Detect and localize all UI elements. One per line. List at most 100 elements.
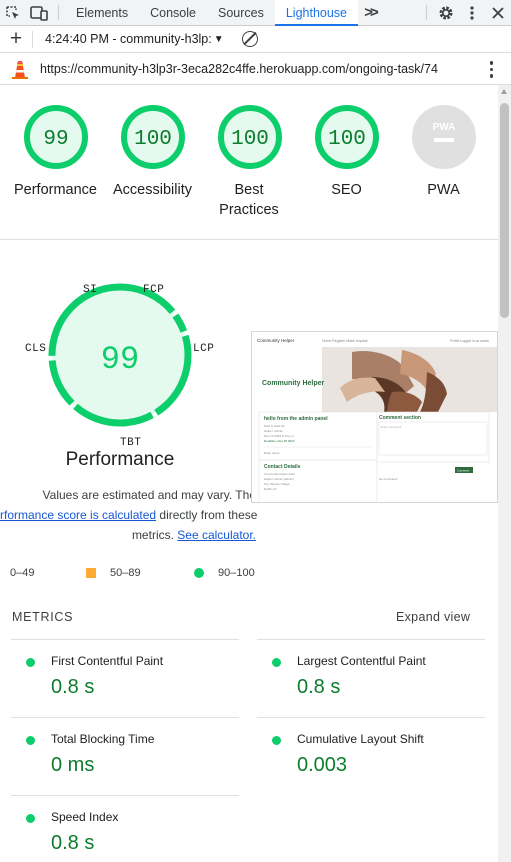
lighthouse-report: 99 Performance 100 Accessibility 100 Bes… bbox=[0, 85, 498, 862]
legend-average-label: 50–89 bbox=[110, 567, 141, 579]
report-selector-bar: + 4:24:40 PM - community-h3lp: ▼ bbox=[0, 26, 511, 53]
metric-value: 0 ms bbox=[51, 754, 95, 776]
pass-circle-icon bbox=[272, 658, 281, 667]
gauge-score: 100 bbox=[134, 128, 172, 151]
estimate-line-2: directly from these bbox=[156, 508, 258, 522]
gauge-ring: 99 bbox=[23, 105, 88, 169]
metric-name: Speed Index bbox=[51, 810, 119, 824]
tab-lighthouse[interactable]: Lighthouse bbox=[274, 0, 359, 26]
report-select-value: 4:24:40 PM - community-h3lp: bbox=[45, 32, 212, 46]
more-tabs-icon[interactable]: >> bbox=[358, 0, 382, 25]
shot-contact-line-4: Dublin 17 bbox=[264, 487, 277, 491]
pwa-badge-icon: PWA bbox=[411, 105, 476, 169]
close-icon[interactable] bbox=[485, 0, 511, 25]
toolbar-separator bbox=[32, 30, 33, 48]
gauge-pwa[interactable]: PWA PWA bbox=[395, 85, 492, 200]
clear-icon[interactable] bbox=[241, 31, 258, 47]
gauge-accessibility[interactable]: 100 Accessibility bbox=[104, 85, 201, 200]
pwa-badge-text: PWA bbox=[432, 122, 455, 133]
metric-name: Largest Contentful Paint bbox=[297, 654, 426, 668]
legend-fail: 0–49 bbox=[10, 567, 34, 579]
shot-nav-links: Home Register Make request bbox=[322, 339, 368, 343]
tabbar-separator bbox=[58, 5, 59, 20]
shot-comment-button: Comment bbox=[457, 469, 469, 473]
shot-contact-title: Contact Details bbox=[264, 464, 301, 470]
device-toolbar-icon[interactable] bbox=[26, 0, 52, 25]
scrollbar-thumb[interactable] bbox=[500, 103, 509, 318]
shot-nav-right: Profile Logged in as admin bbox=[450, 339, 489, 343]
metric-value: 0.003 bbox=[297, 754, 348, 776]
shot-card-line-3: Dec 12 2023 3:13 p.m. bbox=[264, 434, 295, 438]
metric-value: 0.8 s bbox=[51, 676, 95, 698]
report-select[interactable]: 4:24:40 PM - community-h3lp: ▼ bbox=[45, 32, 224, 46]
gauge-label: PWA bbox=[427, 182, 460, 198]
gauge-seo[interactable]: 100 SEO bbox=[298, 85, 395, 200]
score-calculated-link[interactable]: rformance score is calculated bbox=[0, 508, 156, 522]
report-scrollbar[interactable] bbox=[498, 85, 511, 862]
shot-card-line-1: Paul is Held On bbox=[264, 424, 285, 428]
final-screenshot[interactable]: Community Helper Home Register Make requ… bbox=[251, 331, 498, 503]
performance-title: Performance bbox=[65, 449, 175, 470]
shot-contact-line-2: Helper: Admin (admin) bbox=[264, 477, 294, 481]
metric-value: 0.8 s bbox=[51, 832, 95, 854]
gauge-metric-fcp: FCP bbox=[143, 284, 165, 296]
legend-fail-label: 0–49 bbox=[10, 567, 35, 579]
gauge-score: 99 bbox=[43, 128, 68, 151]
tab-sources[interactable]: Sources bbox=[207, 0, 275, 25]
inspect-element-icon[interactable] bbox=[0, 0, 26, 25]
performance-gauge-large: 99 bbox=[20, 278, 230, 453]
shot-contact-line-3: Psy Service Village bbox=[264, 482, 290, 486]
gauge-label: Accessibility bbox=[113, 182, 192, 198]
metric-fcp: First Contentful Paint 0.8 s bbox=[11, 639, 239, 717]
gauge-metric-tbt: TBT bbox=[120, 437, 142, 449]
tab-console[interactable]: Console bbox=[139, 0, 207, 25]
legend-pass: 90–100 bbox=[194, 567, 255, 579]
shot-contact-line-1: community helper team bbox=[264, 472, 296, 476]
metric-tbt: Total Blocking Time 0 ms bbox=[11, 717, 239, 795]
gauge-label: Best Practices bbox=[219, 182, 279, 218]
gauge-label: SEO bbox=[331, 182, 362, 198]
metric-value: 0.8 s bbox=[297, 676, 341, 698]
shot-nav-brand: Community Helper bbox=[257, 338, 295, 343]
settings-gear-icon[interactable] bbox=[433, 0, 459, 25]
add-report-icon[interactable]: + bbox=[0, 28, 32, 49]
metric-si: Speed Index 0.8 s bbox=[11, 795, 239, 862]
section-divider bbox=[0, 239, 498, 240]
average-square-icon bbox=[86, 568, 96, 578]
report-url-bar: https://community-h3lp3r-3eca282c4ffe.he… bbox=[0, 53, 511, 85]
metric-cls: Cumulative Layout Shift 0.003 bbox=[257, 717, 485, 795]
metric-name: Total Blocking Time bbox=[51, 732, 155, 746]
gauge-best-practices[interactable]: 100 Best Practices bbox=[201, 85, 298, 220]
pass-circle-icon bbox=[272, 736, 281, 745]
shot-no-comments: No comments bbox=[379, 477, 398, 481]
legend-pass-label: 90–100 bbox=[218, 567, 255, 579]
expand-view-toggle[interactable]: Expand view bbox=[396, 610, 470, 624]
shot-card-line-5: Enter name bbox=[264, 451, 280, 455]
metric-name: Cumulative Layout Shift bbox=[297, 732, 424, 746]
tabbar-separator bbox=[426, 5, 427, 20]
shot-comment-title: Comment section bbox=[379, 415, 421, 421]
shot-card-line-4: Deadline: Dec 28 2023 bbox=[264, 439, 295, 443]
estimate-note: Values are estimated and may vary. The r… bbox=[0, 485, 258, 545]
tab-elements[interactable]: Elements bbox=[65, 0, 139, 25]
gauge-metric-lcp: LCP bbox=[193, 343, 215, 355]
devtools-tab-bar: Elements Console Sources Lighthouse >> bbox=[0, 0, 511, 26]
pass-circle-icon bbox=[26, 658, 35, 667]
scroll-up-arrow-icon[interactable] bbox=[501, 89, 507, 94]
metric-lcp: Largest Contentful Paint 0.8 s bbox=[257, 639, 485, 717]
see-calculator-link[interactable]: See calculator. bbox=[177, 528, 256, 542]
gauge-metric-si: SI bbox=[83, 284, 98, 296]
gauge-score: 100 bbox=[328, 128, 366, 151]
kebab-menu-icon[interactable] bbox=[459, 0, 485, 25]
report-url[interactable]: https://community-h3lp3r-3eca282c4ffe.he… bbox=[40, 62, 438, 76]
gauge-label: Performance bbox=[13, 182, 97, 198]
gauge-performance[interactable]: 99 Performance bbox=[7, 85, 104, 200]
performance-score-large: 99 bbox=[101, 341, 139, 378]
shot-site-title: Community Helper bbox=[262, 380, 325, 387]
metric-name: First Contentful Paint bbox=[51, 654, 164, 668]
legend-average: 50–89 bbox=[86, 567, 141, 579]
metrics-heading: METRICS bbox=[12, 610, 74, 624]
report-menu-icon[interactable] bbox=[489, 61, 493, 78]
shot-comment-placeholder: Enter comment bbox=[381, 425, 402, 429]
gauge-ring: 100 bbox=[217, 105, 282, 169]
